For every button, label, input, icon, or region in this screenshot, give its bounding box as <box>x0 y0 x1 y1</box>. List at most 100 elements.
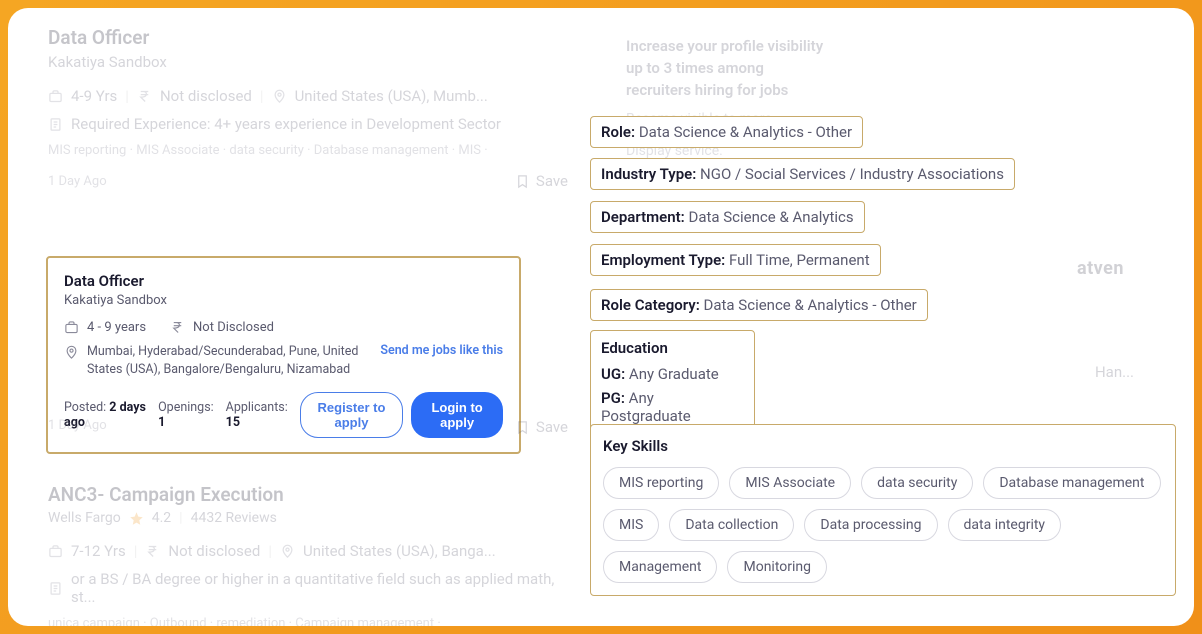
rupee-icon <box>137 89 152 104</box>
tag: data security <box>229 143 313 158</box>
category-label: Role Category: <box>601 296 700 314</box>
tag: remediation <box>216 616 295 626</box>
employment-value: Full Time, Permanent <box>729 251 870 269</box>
separator: | <box>125 87 129 105</box>
education-pg: PG: Any Postgraduate <box>601 389 744 425</box>
skills-chips: MIS reporting MIS Associate data securit… <box>603 467 1163 583</box>
save-label: Save <box>536 418 568 436</box>
rupee-icon <box>170 320 185 335</box>
education-box: Education UG: Any Graduate PG: Any Postg… <box>590 330 755 434</box>
bookmark-icon <box>515 420 530 435</box>
save-button[interactable]: Save <box>515 172 568 190</box>
job-company: Kakatiya Sandbox <box>48 53 568 71</box>
tag: Database management <box>314 143 459 158</box>
industry-value: NGO / Social Services / Industry Associa… <box>700 165 1004 183</box>
job-salary: Not disclosed <box>168 542 260 560</box>
atven-logo: atven <box>1077 258 1124 279</box>
posted-below: 1 Day Ago <box>48 418 107 436</box>
star-icon <box>129 511 144 526</box>
skill-chip[interactable]: Data collection <box>669 509 794 541</box>
role-value: Data Science & Analytics - Other <box>639 123 852 141</box>
document-icon <box>48 117 63 132</box>
employment-box: Employment Type: Full Time, Permanent <box>590 244 881 276</box>
highlight-company: Kakatiya Sandbox <box>64 293 503 308</box>
category-value: Data Science & Analytics - Other <box>704 296 917 314</box>
job-meta-row: 4-9 Yrs | Not disclosed | United States … <box>48 87 568 105</box>
separator: | <box>260 87 264 105</box>
skill-chip[interactable]: MIS <box>603 509 659 541</box>
job-description-row: or a BS / BA degree or higher in a quant… <box>48 570 568 606</box>
job-title: ANC3- Campaign Execution <box>48 483 568 506</box>
tag: unica campaign <box>48 616 150 626</box>
job-description: Required Experience: 4+ years experience… <box>71 115 501 133</box>
job-location: United States (USA), Mumb... <box>295 87 488 105</box>
skills-box: Key Skills MIS reporting MIS Associate d… <box>590 424 1176 596</box>
job-posted: 1 Day Ago <box>48 174 107 189</box>
bookmark-icon <box>515 174 530 189</box>
tag: MIS <box>458 143 487 158</box>
company-row: Wells Fargo 4.2 | 4432 Reviews <box>48 510 568 526</box>
skill-chip[interactable]: data integrity <box>948 509 1062 541</box>
rupee-icon <box>145 544 160 559</box>
posted-save-row: 1 Day Ago Save <box>48 418 568 436</box>
skill-chip[interactable]: Management <box>603 551 717 583</box>
page-container: Data Officer Kakatiya Sandbox 4-9 Yrs | … <box>8 8 1194 626</box>
job-salary: Not disclosed <box>160 87 252 105</box>
skill-chip[interactable]: data security <box>861 467 973 499</box>
job-footer: 1 Day Ago Save <box>48 172 568 190</box>
tag: Campaign management <box>295 616 440 626</box>
left-column: Data Officer Kakatiya Sandbox 4-9 Yrs | … <box>48 8 568 208</box>
tag: MIS reporting <box>48 143 136 158</box>
highlight-title: Data Officer <box>64 272 503 290</box>
skill-chip[interactable]: Database management <box>983 467 1160 499</box>
employment-label: Employment Type: <box>601 251 725 269</box>
truncated-text: Han... <box>1095 363 1134 381</box>
role-label: Role: <box>601 123 635 141</box>
skills-title: Key Skills <box>603 437 1163 455</box>
job-tags: unica campaign Outbound remediation Camp… <box>48 616 568 626</box>
send-jobs-link[interactable]: Send me jobs like this <box>380 343 503 358</box>
industry-box: Industry Type: NGO / Social Services / I… <box>590 158 1015 190</box>
job-experience: 4-9 Yrs <box>71 87 117 105</box>
document-icon <box>48 581 63 596</box>
education-title: Education <box>601 339 744 357</box>
highlight-location-row: Mumbai, Hyderabad/Secunderabad, Pune, Un… <box>64 343 503 378</box>
job-card[interactable]: ANC3- Campaign Execution Wells Fargo 4.2… <box>48 483 568 626</box>
location-icon <box>272 89 287 104</box>
skill-chip[interactable]: Data processing <box>804 509 937 541</box>
briefcase-icon <box>48 89 63 104</box>
location-icon <box>280 544 295 559</box>
education-ug: UG: Any Graduate <box>601 365 744 383</box>
job-rating: 4.2 <box>152 510 171 526</box>
promo-heading: Increase your profile visibility up to 3… <box>590 8 1180 101</box>
briefcase-icon <box>64 320 79 335</box>
industry-label: Industry Type: <box>601 165 696 183</box>
job-reviews: 4432 Reviews <box>191 510 277 526</box>
department-label: Department: <box>601 208 685 226</box>
save-button[interactable]: Save <box>515 418 568 436</box>
job-description: or a BS / BA degree or higher in a quant… <box>71 570 568 606</box>
job-tags: MIS reporting MIS Associate data securit… <box>48 143 568 158</box>
department-box: Department: Data Science & Analytics <box>590 201 865 233</box>
location-icon <box>64 345 79 360</box>
category-box: Role Category: Data Science & Analytics … <box>590 289 928 321</box>
job-experience: 7-12 Yrs <box>71 542 126 560</box>
briefcase-icon <box>48 544 63 559</box>
department-value: Data Science & Analytics <box>688 208 853 226</box>
skill-chip[interactable]: MIS Associate <box>729 467 851 499</box>
tag: MIS Associate <box>136 143 229 158</box>
job-company: Wells Fargo <box>48 510 121 526</box>
job-description-row: Required Experience: 4+ years experience… <box>48 115 568 133</box>
save-label: Save <box>536 172 568 190</box>
job-location: United States (USA), Banga... <box>303 542 496 560</box>
skill-chip[interactable]: Monitoring <box>727 551 827 583</box>
job-card[interactable]: Data Officer Kakatiya Sandbox 4-9 Yrs | … <box>48 8 568 208</box>
highlight-salary: Not Disclosed <box>193 320 274 335</box>
highlight-meta: 4 - 9 years Not Disclosed <box>64 320 503 335</box>
tag: Outbound <box>150 616 217 626</box>
skill-chip[interactable]: MIS reporting <box>603 467 719 499</box>
role-box: Role: Data Science & Analytics - Other <box>590 116 863 148</box>
job-meta-row: 7-12 Yrs | Not disclosed | United States… <box>48 542 568 560</box>
highlight-experience: 4 - 9 years <box>87 320 146 335</box>
highlight-location: Mumbai, Hyderabad/Secunderabad, Pune, Un… <box>87 343 367 378</box>
